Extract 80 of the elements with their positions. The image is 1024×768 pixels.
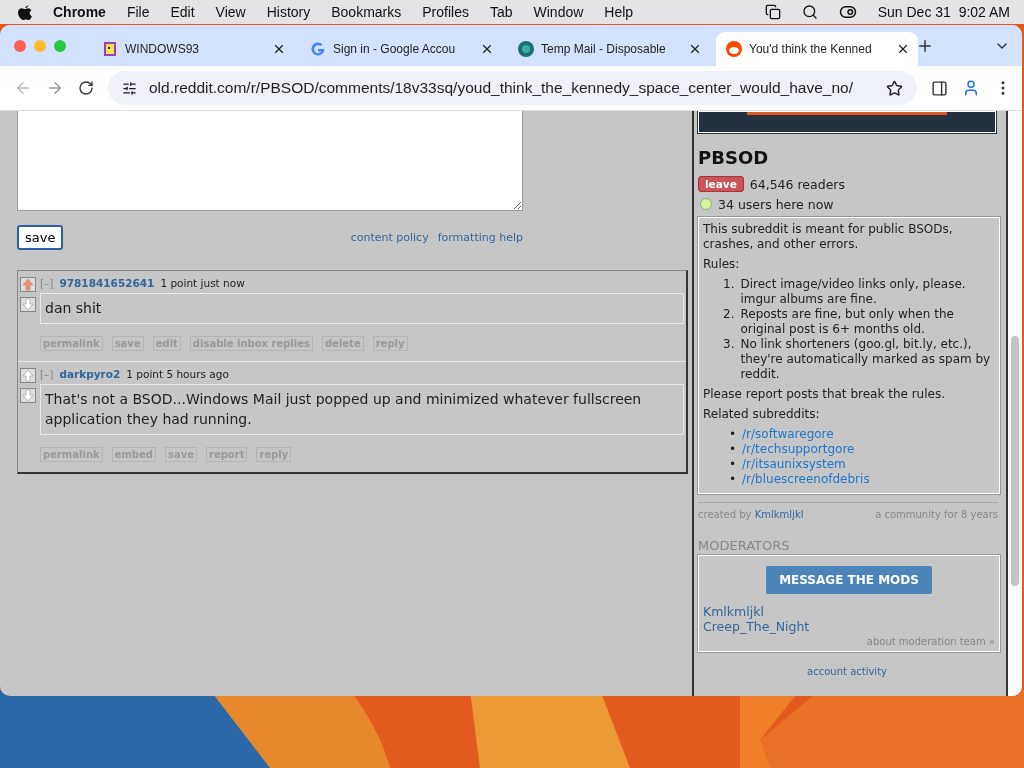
- about-team-link[interactable]: about moderation team »: [866, 636, 995, 647]
- moderator-link[interactable]: Creep_The_Night: [703, 619, 995, 634]
- bookmark-star-icon[interactable]: [886, 79, 903, 97]
- help-link[interactable]: content policy: [350, 231, 429, 244]
- menu-item[interactable]: Profiles: [422, 4, 469, 20]
- downvote-button[interactable]: [20, 388, 36, 403]
- collapse-link[interactable]: [–]: [40, 277, 54, 289]
- save-button[interactable]: save: [17, 225, 64, 250]
- comment-meta: 1 point 5 hours ago: [126, 368, 229, 380]
- site-info-icon[interactable]: [122, 80, 137, 96]
- close-tab-icon[interactable]: [896, 42, 910, 56]
- message-mods-button[interactable]: MESSAGE THE MODS: [766, 566, 932, 594]
- subreddit-link[interactable]: /r/softwaregore: [742, 427, 834, 442]
- online-icon: [700, 198, 712, 210]
- description-text: This subreddit is meant for public BSODs, crashes, and other errors.: [703, 222, 954, 252]
- author-link[interactable]: 9781841652641: [59, 277, 155, 289]
- reader-count: 64,546 readers: [749, 176, 845, 192]
- report-note: Please report posts that break the rules.: [703, 387, 946, 402]
- search-icon[interactable]: [801, 4, 818, 20]
- online-count: 34 users here now: [718, 196, 834, 212]
- community-age: a community for 8 years: [875, 509, 998, 520]
- creator-text: created by Kmlkmljkl: [698, 509, 804, 520]
- upvote-button[interactable]: [20, 277, 36, 292]
- comment-body: dan shit: [40, 293, 684, 324]
- menu-item[interactable]: Window: [533, 4, 584, 20]
- related-label: Related subreddits:: [703, 407, 821, 422]
- rule-text: Direct image/video links only, please. imgur albums are fine.: [740, 277, 967, 307]
- author-link[interactable]: darkpyro2: [59, 368, 121, 380]
- close-tab-icon[interactable]: [688, 42, 702, 56]
- rule-text: No link shorteners (goo.gl, bit.ly, etc.), they're automatically marked as spam by reddit.: [740, 337, 992, 382]
- collapse-link[interactable]: [–]: [40, 368, 54, 380]
- rule-number: 1.: [723, 277, 735, 293]
- rule-number: 2.: [723, 307, 735, 323]
- control-center-icon[interactable]: [838, 3, 857, 21]
- screen-mirroring-icon[interactable]: [764, 4, 781, 20]
- apple-logo-icon[interactable]: [18, 4, 32, 20]
- browser-tab[interactable]: You'd think the Kenned: [716, 32, 918, 66]
- bullet: •: [729, 472, 737, 487]
- scrollbar-thumb[interactable]: [1011, 336, 1020, 586]
- downvote-button[interactable]: [20, 297, 36, 312]
- bullet: •: [729, 457, 737, 472]
- help-link[interactable]: formatting help: [437, 231, 523, 244]
- account-activity-link[interactable]: account activity: [807, 666, 887, 677]
- profile-icon[interactable]: [962, 79, 980, 97]
- upvote-button[interactable]: [20, 368, 36, 383]
- comment-field[interactable]: [17, 111, 523, 211]
- subreddit-title[interactable]: PBSOD: [698, 147, 1007, 168]
- menu-item[interactable]: View: [215, 4, 246, 20]
- address-bar[interactable]: old.reddit.com/r/PBSOD/comments/18v33sq/youd_think_the_kennedy_space_center_would_have_no/: [108, 71, 917, 105]
- menu-item[interactable]: Bookmarks: [331, 4, 402, 20]
- leave-button[interactable]: leave: [698, 176, 744, 192]
- bullet: •: [729, 427, 737, 442]
- comment-body: That's not a BSOD...Windows Mail just popped up and minimized whatever fullscreen application they had running.: [40, 384, 684, 435]
- subreddit-link[interactable]: /r/itsaunixsystem: [742, 457, 846, 472]
- subreddit-link[interactable]: /r/bluescreenofdebris: [742, 472, 870, 487]
- menu-item[interactable]: Help: [604, 4, 634, 20]
- browser-tab[interactable]: Temp Mail - Disposable: [508, 32, 710, 66]
- app-menu[interactable]: Chrome: [53, 4, 106, 20]
- menu-item[interactable]: History: [266, 4, 311, 20]
- comment-meta: 1 point just now: [160, 277, 245, 289]
- close-tab-icon[interactable]: [480, 42, 494, 56]
- menu-item[interactable]: Edit: [170, 4, 195, 20]
- rules-label: Rules:: [703, 257, 741, 272]
- forward-icon[interactable]: [46, 79, 64, 97]
- menu-item[interactable]: File: [126, 4, 150, 20]
- close-tab-icon[interactable]: [272, 42, 286, 56]
- reload-icon[interactable]: [78, 80, 94, 96]
- browser-tab[interactable]: Sign in - Google Accou: [300, 32, 502, 66]
- rule-text: Reposts are fine, but only when the original post is 6+ months old.: [740, 307, 955, 337]
- bullet: •: [729, 442, 737, 457]
- moderator-link[interactable]: Kmlkmljkl: [703, 604, 995, 619]
- menu-clock[interactable]: Sun Dec 31 9:02 AM: [877, 4, 1010, 20]
- subreddit-link[interactable]: /r/techsupportgore: [742, 442, 855, 457]
- rule-number: 3.: [723, 337, 735, 353]
- side-panel-icon[interactable]: [931, 79, 948, 97]
- creator-link[interactable]: Kmlkmljkl: [754, 509, 804, 520]
- browser-tab[interactable]: WINDOWS93: [92, 32, 294, 66]
- menu-item[interactable]: Tab: [489, 4, 513, 20]
- moderators-heading: MODERATORS: [698, 538, 791, 553]
- google-g-icon: [310, 41, 326, 57]
